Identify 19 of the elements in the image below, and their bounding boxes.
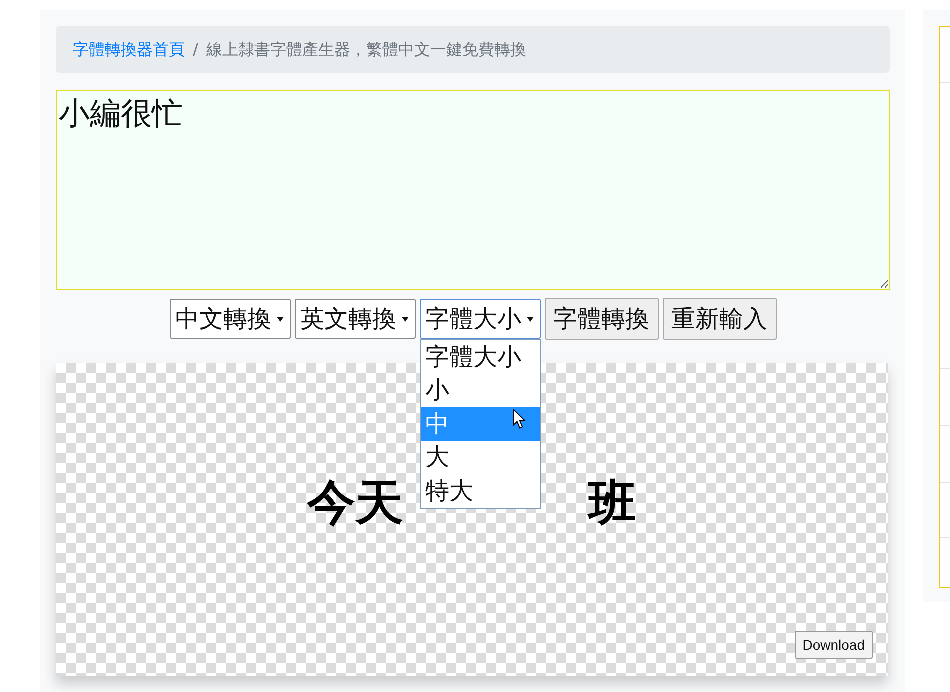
action-button[interactable]: 字體轉換 — [544, 298, 658, 340]
calligraphy-preview-text: 今天 — [308, 479, 404, 527]
dropdown-option[interactable]: 字體大小 — [420, 340, 540, 374]
dropdown-select[interactable]: 英文轉換 — [294, 299, 416, 339]
action-button[interactable]: 重新輸入 — [662, 298, 776, 340]
dropdown-select[interactable]: 中文轉換 — [170, 299, 290, 339]
dropdown-select[interactable]: 字體大小 — [420, 299, 540, 339]
text-input-field[interactable]: 小編很忙 — [56, 90, 890, 290]
breadcrumb-current-page: 線上隸書字體產生器，繁體中文一鍵免費轉換 — [206, 42, 526, 58]
download-button[interactable]: Download — [794, 631, 873, 659]
dropdown-option[interactable]: 大 — [420, 440, 540, 474]
caret-icon — [276, 316, 284, 322]
dropdown-option[interactable]: 小 — [420, 374, 540, 407]
mouse-pointer-icon — [512, 409, 526, 429]
caret-icon — [526, 316, 534, 322]
calligraphy-preview-text: 班 — [588, 479, 636, 527]
caret-icon — [402, 316, 408, 322]
breadcrumb-separator: / — [192, 42, 200, 58]
dropdown-option[interactable]: 特大 — [420, 474, 540, 508]
